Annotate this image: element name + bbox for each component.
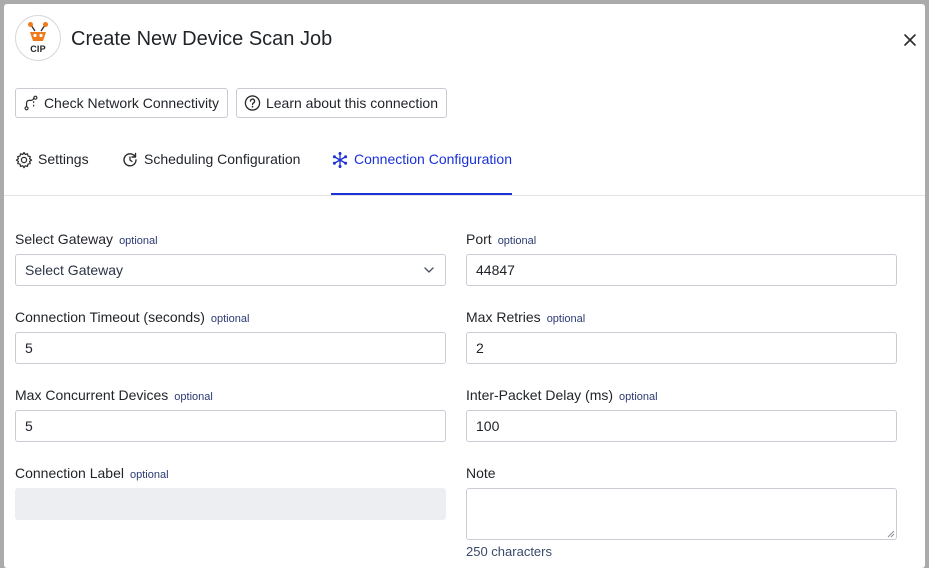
chevron-down-icon — [424, 267, 434, 273]
close-button[interactable] — [900, 30, 920, 50]
optional-tag: optional — [174, 391, 213, 403]
optional-tag: optional — [129, 469, 169, 481]
max-concurrent-label-text: Max Concurrent Devices — [15, 387, 169, 403]
max-concurrent-input[interactable]: 5 — [15, 410, 446, 442]
optional-tag: optional — [119, 235, 158, 247]
port-label: Port optional — [466, 231, 536, 247]
timeout-label: Connection Timeout (seconds) optional — [15, 309, 249, 325]
gear-icon — [15, 151, 33, 169]
optional-tag: optional — [546, 313, 586, 325]
note-label: Note — [466, 465, 496, 481]
dialog-title: Create New Device Scan Job — [71, 28, 333, 50]
tab-divider — [4, 195, 925, 196]
tab-settings[interactable]: Settings — [15, 149, 89, 195]
check-connectivity-button[interactable]: Check Network Connectivity — [15, 88, 228, 118]
network-icon — [332, 152, 348, 168]
inter-packet-delay-label-text: Inter-Packet Delay (ms) — [466, 387, 614, 403]
connection-label-label: Connection Label optional — [15, 465, 169, 481]
check-connectivity-label: Check Network Connectivity — [43, 95, 219, 111]
logo-text: CIP — [30, 44, 46, 54]
tab-connection-label: Connection Configuration — [354, 151, 512, 167]
connection-label-label-text: Connection Label — [15, 465, 124, 481]
close-icon — [904, 34, 916, 46]
note-char-count: 250 characters — [466, 544, 552, 559]
port-label-text: Port — [466, 231, 492, 247]
inter-packet-delay-label: Inter-Packet Delay (ms) optional — [466, 387, 658, 403]
gateway-select[interactable]: Select Gateway — [15, 254, 446, 286]
learn-connection-label: Learn about this connection — [265, 95, 438, 111]
help-circle-icon — [244, 95, 261, 111]
optional-tag: optional — [210, 313, 250, 325]
tab-scheduling-label: Scheduling Configuration — [144, 151, 301, 167]
timeout-input[interactable]: 5 — [15, 332, 446, 364]
refresh-clock-icon — [123, 152, 137, 167]
optional-tag: optional — [619, 391, 658, 403]
learn-connection-button[interactable]: Learn about this connection — [236, 88, 447, 118]
tab-settings-label: Settings — [38, 151, 89, 167]
optional-tag: optional — [497, 235, 537, 247]
max-retries-label-text: Max Retries — [466, 309, 541, 325]
tab-scheduling-configuration[interactable]: Scheduling Configuration — [121, 149, 300, 195]
note-textarea[interactable] — [466, 488, 897, 540]
cip-logo: CIP — [15, 15, 61, 61]
tab-connection-configuration[interactable]: Connection Configuration — [331, 149, 512, 195]
max-concurrent-label: Max Concurrent Devices optional — [15, 387, 213, 403]
gateway-select-value: Select Gateway — [25, 262, 124, 278]
gateway-label-text: Select Gateway — [15, 231, 114, 247]
max-retries-label: Max Retries optional — [466, 309, 585, 325]
gateway-label: Select Gateway optional — [15, 231, 158, 247]
resize-handle-icon[interactable] — [887, 530, 895, 538]
port-input[interactable]: 44847 — [466, 254, 897, 286]
max-retries-input[interactable]: 2 — [466, 332, 897, 364]
inter-packet-delay-input[interactable]: 100 — [466, 410, 897, 442]
timeout-label-text: Connection Timeout (seconds) — [15, 309, 205, 325]
connection-label-input — [15, 488, 446, 520]
scan-job-dialog: CIP Create New Device Scan Job Check Net… — [4, 4, 925, 568]
route-icon — [24, 95, 38, 111]
